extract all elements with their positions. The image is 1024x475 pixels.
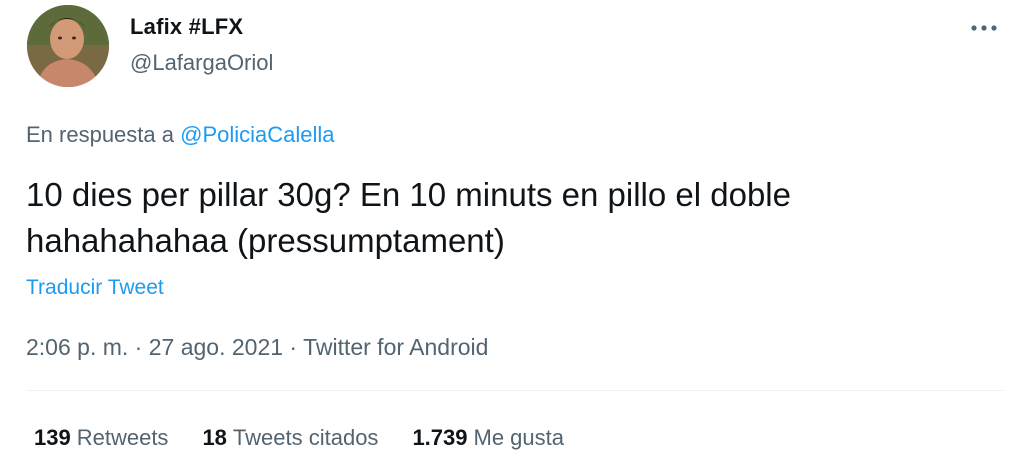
meta-separator: · <box>128 334 149 360</box>
translate-tweet-link[interactable]: Traducir Tweet <box>26 276 164 300</box>
user-handle[interactable]: @LafargaOriol <box>130 50 273 76</box>
tweet-date-link[interactable]: 27 ago. 2021 <box>149 334 283 360</box>
likes-count: 1.739 <box>412 425 468 450</box>
display-name[interactable]: Lafix #LFX <box>130 14 243 40</box>
retweets-label: Retweets <box>76 425 169 450</box>
reply-prefix: En respuesta a <box>26 122 174 147</box>
quote-tweets-count: 18 <box>202 425 227 450</box>
avatar[interactable] <box>27 5 109 87</box>
retweets-count: 139 <box>34 425 71 450</box>
likes-stat[interactable]: 1.739 Me gusta <box>412 425 564 451</box>
likes-label: Me gusta <box>473 425 565 450</box>
profile-photo-icon <box>27 5 109 87</box>
meta-separator: · <box>283 334 304 360</box>
tweet-text-line: hahahahahaa (pressumptament) <box>26 222 505 259</box>
tweet-text-line: 10 dies per pillar 30g? En 10 minuts en … <box>26 176 791 213</box>
more-options-button[interactable] <box>966 10 1002 46</box>
reply-context: En respuesta a @PoliciaCalella <box>26 122 335 148</box>
retweets-stat[interactable]: 139 Retweets <box>34 425 168 451</box>
tweet-source: Twitter for Android <box>303 334 489 360</box>
tweet-metadata: 2:06 p. m. · 27 ago. 2021 · Twitter for … <box>26 334 488 361</box>
ellipsis-icon <box>971 25 997 31</box>
tweet-stats: 139 Retweets 18 Tweets citados 1.739 Me gus… <box>34 425 564 451</box>
quote-tweets-stat[interactable]: 18 Tweets citados <box>202 425 378 451</box>
tweet-text: 10 dies per pillar 30g? En 10 minuts en … <box>26 172 986 264</box>
quote-tweets-label: Tweets citados <box>232 425 379 450</box>
reply-mention-link[interactable]: @PoliciaCalella <box>180 122 334 147</box>
tweet-time-link[interactable]: 2:06 p. m. <box>26 334 128 360</box>
tweet-card: Lafix #LFX @LafargaOriol En respuesta a … <box>0 0 1024 475</box>
divider <box>26 390 1004 391</box>
